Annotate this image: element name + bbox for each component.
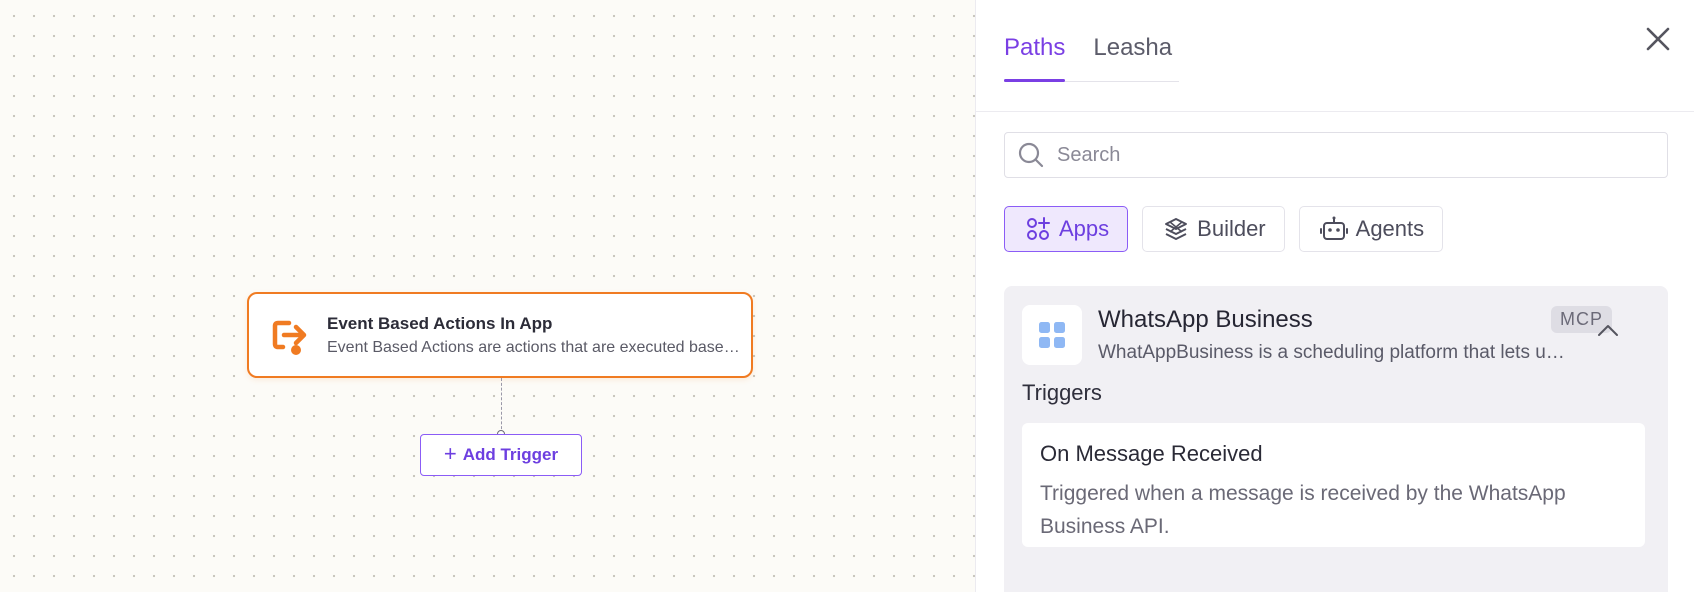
apps-icon (1027, 217, 1050, 240)
close-panel-button[interactable] (1641, 22, 1675, 56)
trigger-title: On Message Received (1040, 441, 1263, 466)
node-connector-line (501, 378, 502, 434)
event-trigger-node[interactable]: Event Based Actions In App Event Based A… (247, 292, 753, 378)
category-filters: Apps Builder Agents (1004, 206, 1444, 252)
add-trigger-label: Add Trigger (462, 445, 559, 464)
node-title: Event Based Actions In App (327, 313, 553, 333)
node-description: Event Based Actions are actions that are… (327, 338, 747, 356)
workflow-canvas[interactable]: Event Based Actions In App Event Based A… (0, 0, 975, 592)
triggers-heading: Triggers (1022, 380, 1102, 405)
search-icon (1018, 142, 1044, 168)
panel-tabs: Paths Leasha (1004, 24, 1179, 82)
panel-divider (976, 111, 1694, 112)
app-card-whatsapp-business: WhatsApp Business WhatAppBusiness is a s… (1004, 286, 1668, 592)
filter-builder-label: Builder (1197, 216, 1266, 241)
chevron-up-icon[interactable] (1595, 318, 1621, 344)
filter-apps-label: Apps (1059, 216, 1110, 241)
search-input[interactable] (1055, 142, 1659, 168)
filter-apps-button[interactable]: Apps (1004, 206, 1129, 252)
robot-icon (1319, 216, 1348, 240)
filter-builder-button[interactable]: Builder (1142, 206, 1285, 252)
add-trigger-button[interactable]: + Add Trigger (420, 434, 582, 476)
builder-icon (1165, 218, 1188, 240)
grid-app-icon (1039, 322, 1065, 348)
trigger-picker-panel: Paths Leasha Apps (975, 0, 1694, 592)
trigger-description: Triggered when a message is received by … (1040, 482, 1566, 538)
app-name: WhatsApp Business (1098, 306, 1313, 333)
trigger-item-on-message-received[interactable]: On Message Received Triggered when a mes… (1022, 423, 1645, 547)
filter-agents-button[interactable]: Agents (1298, 206, 1444, 252)
tab-paths[interactable]: Paths (1004, 24, 1066, 82)
plus-icon: + (443, 441, 457, 466)
search-field[interactable] (1004, 132, 1668, 178)
app-logo-icon (1022, 305, 1082, 365)
event-action-icon (272, 320, 307, 355)
app-description: WhatAppBusiness is a scheduling platform… (1098, 342, 1568, 363)
filter-agents-label: Agents (1355, 216, 1425, 241)
close-icon (1646, 27, 1670, 51)
tab-leasha[interactable]: Leasha (1093, 24, 1172, 81)
